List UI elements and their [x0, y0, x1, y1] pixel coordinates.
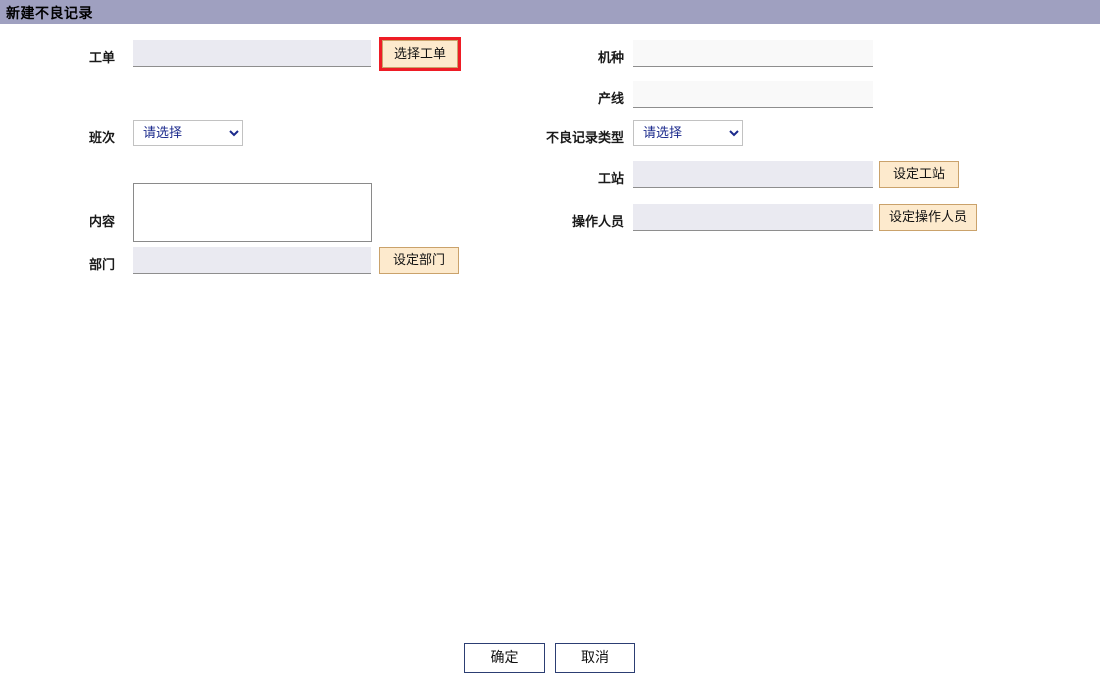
- form-footer: 确定 取消: [0, 638, 1100, 678]
- window-title-bar: 新建不良记录: [0, 0, 1100, 24]
- content-textarea[interactable]: [133, 183, 372, 242]
- department-input[interactable]: [133, 247, 371, 274]
- field-label-defect-record-type: 不良记录类型: [545, 131, 624, 146]
- field-label-workstation: 工站: [597, 172, 624, 187]
- shift-select[interactable]: 请选择: [133, 120, 243, 146]
- new-defect-record-form: 工单 选择工单 班次 请选择 内容 部门 设定部门 机种 产线 不良记录类型 请…: [0, 24, 1100, 679]
- field-label-content: 内容: [88, 215, 115, 230]
- field-label-production-line: 产线: [597, 92, 624, 107]
- production-line-input: [633, 81, 873, 108]
- workstation-input[interactable]: [633, 161, 873, 188]
- set-operator-button[interactable]: 设定操作人员: [879, 204, 977, 231]
- model-input: [633, 40, 873, 67]
- field-label-department: 部门: [88, 258, 115, 273]
- select-work-order-button[interactable]: 选择工单: [379, 37, 461, 71]
- field-label-model: 机种: [597, 51, 624, 66]
- operator-input[interactable]: [633, 204, 873, 231]
- page-title: 新建不良记录: [6, 6, 93, 22]
- set-workstation-button[interactable]: 设定工站: [879, 161, 959, 188]
- field-label-work-order: 工单: [88, 51, 115, 66]
- defect-record-type-select[interactable]: 请选择: [633, 120, 743, 146]
- work-order-input[interactable]: [133, 40, 371, 67]
- field-label-operator: 操作人员: [571, 215, 624, 230]
- cancel-button[interactable]: 取消: [555, 643, 635, 673]
- confirm-button[interactable]: 确定: [464, 643, 545, 673]
- set-department-button[interactable]: 设定部门: [379, 247, 459, 274]
- field-label-shift: 班次: [88, 131, 115, 146]
